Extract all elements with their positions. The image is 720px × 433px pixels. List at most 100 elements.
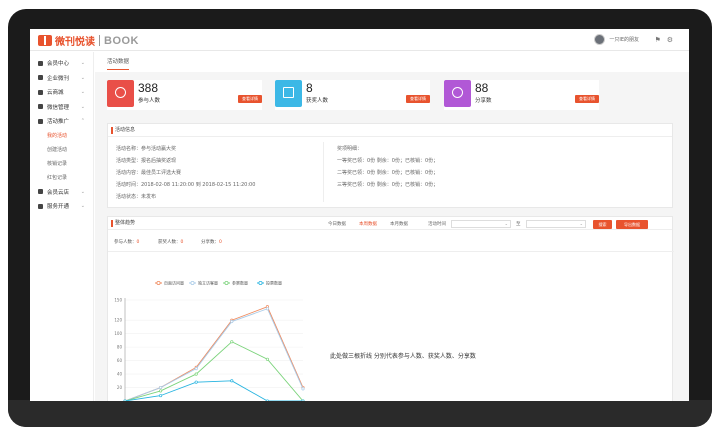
trend-chart: 页面访问量 独立访客量 参赛数量 投票数量 150 120 100 80 60 40 20: [77, 277, 317, 401]
legend-label: 页面访问量: [164, 280, 184, 286]
sidebar-item-label: 云商城: [47, 90, 64, 97]
participants-icon: [107, 80, 134, 107]
app-screen: 微刊悦读 BOOK 一只IE的朋友 ⚑ ⚙ 会员中心 ⌄ 企业微刊 ⌄ 云商城: [30, 29, 689, 401]
end-date-select[interactable]: ⌄: [526, 220, 586, 228]
metric-label: 参与人数：: [114, 240, 137, 245]
sidebar-subitem-label: 红包记录: [47, 175, 68, 181]
data-point: [265, 307, 269, 311]
sidebar-item-service[interactable]: 服务开通 ⌄: [30, 199, 93, 214]
logo-divider: [99, 35, 100, 46]
sidebar-subitem-label: 我的活动: [47, 133, 68, 139]
sidebar-item-member-store[interactable]: 会员云店 ⌄: [30, 185, 93, 200]
trend-line-chart: 页面访问量 独立访客量 参赛数量 投票数量 150 120 100 80 60 40 20: [114, 280, 305, 401]
data-point: [159, 385, 163, 390]
data-point: [123, 399, 127, 401]
stat-label: 获奖人数: [306, 98, 329, 104]
prize-title: 奖项明细：: [337, 146, 363, 152]
view-details-button[interactable]: 查看详情: [575, 95, 599, 103]
sidebar-subitem-my-activity[interactable]: 我的活动: [30, 129, 93, 143]
range-week[interactable]: 本周数据: [359, 221, 377, 227]
start-date-select[interactable]: ⌄: [451, 220, 511, 228]
gift-icon: [275, 80, 302, 107]
share-icon: [444, 80, 471, 107]
prize-first: 一等奖已领：0份 剩余：0份；已核销：0份；: [337, 158, 439, 164]
activity-name: 活动名称：参与活动赢大奖: [116, 146, 177, 152]
tab-activity-data[interactable]: 活动数据: [107, 57, 130, 70]
chevron-down-icon: ⌄: [579, 221, 583, 226]
chevron-down-icon: ⌄: [80, 188, 85, 195]
stat-number: 88: [475, 81, 489, 95]
user-menu[interactable]: 一只IE的朋友: [594, 34, 639, 45]
magazine-icon: [38, 75, 43, 81]
stat-card-shares: 88 分享数 查看详情: [444, 80, 599, 110]
y-tick-label: 100: [114, 331, 122, 336]
activity-status: 活动状态：未发布: [116, 194, 157, 200]
sidebar-item-label: 会员云店: [47, 189, 70, 196]
legend-marker: [190, 281, 195, 286]
to-label: 至: [516, 222, 521, 227]
y-tick-label: 80: [117, 345, 123, 350]
legend-label: 参赛数量: [232, 280, 248, 286]
sidebar-subitem-verify-records[interactable]: 核销记录: [30, 157, 93, 171]
search-button[interactable]: 搜索: [593, 220, 612, 229]
range-today[interactable]: 今日数据: [328, 221, 346, 227]
export-data-button[interactable]: 导出数据: [616, 220, 648, 229]
prize-second: 二等奖已领：0份 剩余：0份；已核销：0份；: [337, 170, 439, 176]
view-details-button[interactable]: 查看详情: [238, 95, 262, 103]
data-point: [194, 372, 198, 376]
grid-icon: [38, 203, 43, 209]
data-point: [194, 367, 198, 371]
sidebar-item-label: 服务开通: [47, 204, 70, 211]
data-point: [301, 399, 305, 401]
stat-card-winners: 8 获奖人数 查看详情: [275, 80, 430, 110]
legend-label: 投票数量: [266, 280, 282, 286]
panel-title: 活动信息: [108, 124, 672, 137]
username: 一只IE的朋友: [609, 37, 639, 43]
series-line: [124, 308, 304, 401]
activity-type: 活动类型：报名后抽奖返现: [116, 158, 177, 164]
sidebar-item-label: 活动推广: [47, 119, 70, 126]
metric-value: 0: [180, 240, 184, 245]
sidebar-item-member-center[interactable]: 会员中心 ⌄: [30, 56, 93, 71]
y-tick-label: 60: [117, 358, 123, 363]
view-details-button[interactable]: 查看详情: [406, 95, 430, 103]
activity-info-panel: 活动信息 活动名称：参与活动赢大奖 活动类型：报名后抽奖返现 活动内容：最佳员工…: [107, 123, 673, 208]
series-line: [124, 306, 304, 401]
user-icon: [38, 60, 43, 66]
legend-marker: [258, 281, 263, 286]
chevron-down-icon: ⌄: [80, 74, 85, 81]
metric-label: 获奖人数：: [158, 240, 181, 245]
activity-content: 活动内容：最佳员工评选大赛: [116, 170, 182, 176]
y-tick-label: 20: [117, 385, 123, 390]
range-month[interactable]: 本月数据: [390, 221, 408, 227]
header-icons: ⚑ ⚙: [654, 36, 673, 44]
sidebar-item-magazine[interactable]: 企业微刊 ⌄: [30, 71, 93, 86]
prize-third: 三等奖已领：0份 剩余：0份；已核销：0份；: [337, 182, 439, 188]
app-logo[interactable]: 微刊悦读 BOOK: [38, 33, 139, 48]
sidebar-subitem-create-activity[interactable]: 创建活动: [30, 143, 93, 157]
data-point: [230, 379, 234, 383]
chevron-up-icon: ⌃: [80, 118, 85, 124]
legend-label: 独立访客量: [198, 280, 218, 286]
sidebar-item-wechat[interactable]: 微信管理 ⌄: [30, 100, 93, 115]
stat-label: 参与人数: [138, 98, 161, 104]
sidebar-subitem-label: 创建活动: [47, 147, 68, 153]
data-point: [230, 319, 234, 324]
data-point: [301, 387, 305, 391]
logo-chinese-text: 微刊悦读: [55, 37, 95, 48]
chevron-down-icon: ⌄: [504, 221, 508, 226]
sidebar-item-label: 微信管理: [47, 104, 70, 111]
sidebar-item-promotion[interactable]: 活动推广 ⌃: [30, 114, 93, 129]
notification-icon[interactable]: ⚑: [654, 36, 660, 44]
avatar[interactable]: [594, 34, 606, 45]
sidebar-item-cloud-mall[interactable]: 云商城 ⌄: [30, 85, 93, 100]
gear-icon[interactable]: ⚙: [667, 36, 673, 44]
data-point: [159, 389, 163, 393]
data-point: [230, 340, 234, 344]
megaphone-icon: [38, 118, 43, 124]
divider: [323, 142, 324, 202]
y-tick-label: 40: [117, 372, 123, 377]
metric-shares: 分享数：0: [201, 239, 222, 245]
sidebar-subitem-redpacket-records[interactable]: 红包记录: [30, 171, 93, 185]
cloud-icon: [38, 89, 43, 95]
